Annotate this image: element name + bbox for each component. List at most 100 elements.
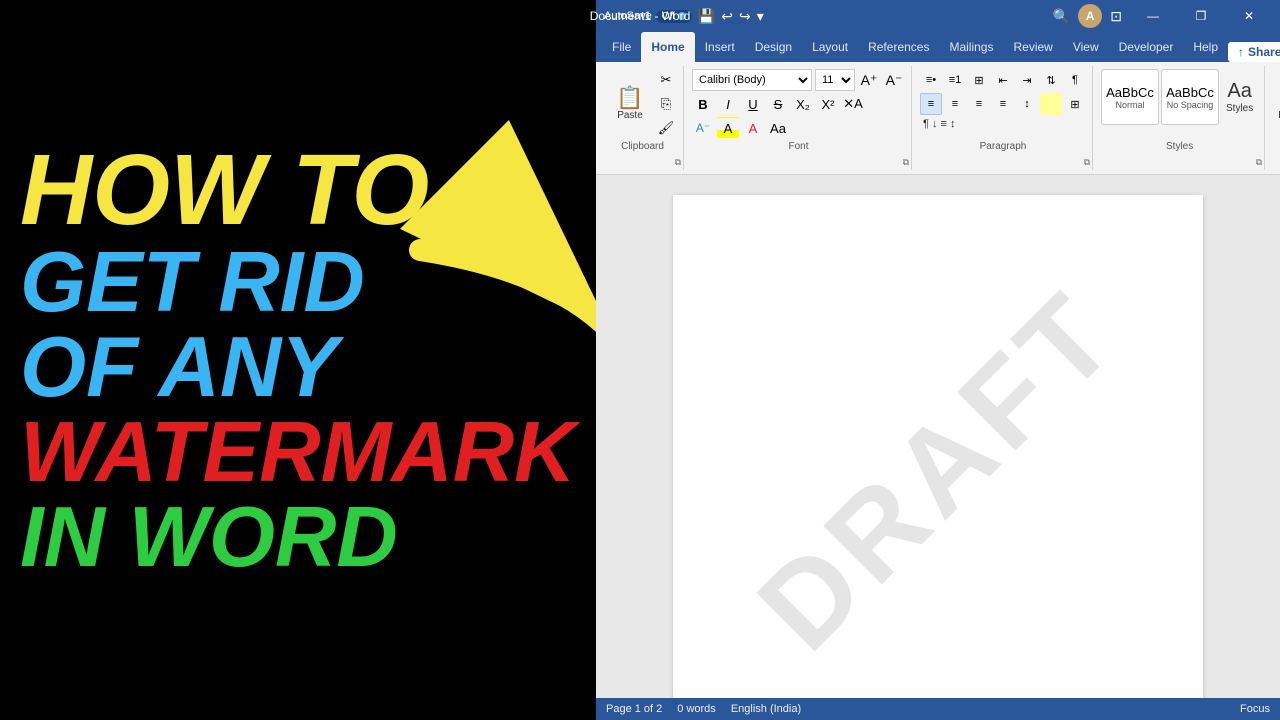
close-button[interactable]: ✕ <box>1226 0 1272 32</box>
superscript-button[interactable]: X² <box>817 93 839 115</box>
styles-label: Styles <box>1101 139 1258 152</box>
font-family-select[interactable]: Calibri (Body) <box>692 69 812 91</box>
restore-button[interactable]: ❐ <box>1178 0 1224 32</box>
paste-icon: 📋 <box>616 87 643 109</box>
text-effect-button[interactable]: A⁻ <box>692 117 714 139</box>
tab-view[interactable]: View <box>1063 32 1109 62</box>
search-icon[interactable]: 🔍 <box>1053 8 1070 25</box>
multilevel-button[interactable]: ⊞ <box>968 69 990 91</box>
borders-button[interactable]: ⊞ <box>1064 93 1086 115</box>
draft-watermark: DRAFT <box>731 263 1144 676</box>
align-center-button[interactable]: ≡ <box>944 93 966 115</box>
ribbon-group-voice: 🎤 Dictate Voice <box>1267 66 1280 170</box>
thumbnail-line3: OF ANY <box>20 325 338 410</box>
ribbon-group-styles: AaBbCc Normal AaBbCc No Spacing Aa Style… <box>1095 66 1265 170</box>
style-no-spacing[interactable]: AaBbCc No Spacing <box>1161 69 1219 125</box>
copy-button[interactable]: ⎘ <box>655 93 677 115</box>
justify-button[interactable]: ≡ <box>992 93 1014 115</box>
user-initial: A <box>1086 9 1095 23</box>
thumbnail-panel: HOW TO GET RID OF ANY WATERMARK IN WORD <box>0 0 596 720</box>
document-title: Document1 - Word <box>590 9 690 23</box>
tab-insert[interactable]: Insert <box>695 32 745 62</box>
clipboard-expand-icon[interactable]: ⧉ <box>675 157 681 168</box>
subscript-button[interactable]: X₂ <box>792 93 814 115</box>
clipboard-group-content: 📋 Paste ✂ ⎘ 🖌 <box>608 69 677 139</box>
decrease-indent-button[interactable]: ⇤ <box>992 69 1014 91</box>
undo-icon[interactable]: ↩ <box>721 8 733 25</box>
dictate-button[interactable]: 🎤 Dictate <box>1273 84 1280 124</box>
tab-layout[interactable]: Layout <box>802 32 858 62</box>
ribbon-group-clipboard: 📋 Paste ✂ ⎘ 🖌 Clipboard ⧉ <box>602 66 684 170</box>
voice-label: Voice <box>1273 139 1280 152</box>
tab-developer[interactable]: Developer <box>1109 32 1184 62</box>
ribbon-display-icon[interactable]: ⊡ <box>1110 8 1122 25</box>
align-right-button[interactable]: ≡ <box>968 93 990 115</box>
word-count-text: 0 words <box>677 703 716 715</box>
minimize-button[interactable]: — <box>1130 0 1176 32</box>
show-formatting-button[interactable]: ¶ <box>1064 69 1086 91</box>
tab-review[interactable]: Review <box>1003 32 1062 62</box>
underline-button[interactable]: U <box>742 93 764 115</box>
style-normal-preview: AaBbCc <box>1106 85 1154 100</box>
para-row-1: ≡• ≡1 ⊞ ⇤ ⇥ ⇅ ¶ <box>920 69 1086 91</box>
tab-mailings[interactable]: Mailings <box>939 32 1003 62</box>
thumbnail-line1: HOW TO <box>20 140 429 240</box>
style-normal[interactable]: AaBbCc Normal <box>1101 69 1159 125</box>
user-avatar[interactable]: A <box>1078 4 1102 28</box>
font-group-content: Calibri (Body) 11 A⁺ A⁻ B I U S X₂ <box>692 69 905 139</box>
title-bar: AutoSave Off 💾 ↩ ↪ ▾ Document1 - Word 🔍 … <box>596 0 1280 32</box>
font-size-select[interactable]: 11 <box>815 69 855 91</box>
page-count-text: Page 1 of 2 <box>606 703 662 715</box>
document-area[interactable]: DRAFT <box>596 175 1280 698</box>
styles-label: Styles <box>1226 103 1253 114</box>
redo-icon[interactable]: ↪ <box>739 8 751 25</box>
styles-expand-icon[interactable]: ⧉ <box>1256 157 1262 168</box>
paragraph-expand-icon[interactable]: ⧉ <box>1084 157 1090 168</box>
font-expand-icon[interactable]: ⧉ <box>903 157 909 168</box>
shading-button[interactable] <box>1040 93 1062 115</box>
tab-file[interactable]: File <box>602 32 641 62</box>
clear-format-button[interactable]: ✕A <box>842 93 864 115</box>
font-label: Font <box>692 139 905 152</box>
share-button[interactable]: ↑ Share <box>1228 42 1280 62</box>
paste-button[interactable]: 📋 Paste <box>608 84 652 124</box>
change-case-button[interactable]: Aa <box>767 117 789 139</box>
italic-button[interactable]: I <box>717 93 739 115</box>
format-painter-button[interactable]: 🖌 <box>655 117 677 139</box>
thumbnail-line5: IN WORD <box>20 495 398 580</box>
tab-design[interactable]: Design <box>745 32 802 62</box>
sort-button[interactable]: ⇅ <box>1040 69 1062 91</box>
tab-home[interactable]: Home <box>641 32 694 62</box>
increase-font-button[interactable]: A⁺ <box>858 69 880 91</box>
highlight-button[interactable]: A <box>717 117 739 139</box>
tab-help[interactable]: Help <box>1183 32 1228 62</box>
cut-button[interactable]: ✂ <box>655 69 677 91</box>
save-icon[interactable]: 💾 <box>698 8 715 25</box>
bold-button[interactable]: B <box>692 93 714 115</box>
ribbon-content: 📋 Paste ✂ ⎘ 🖌 Clipboard ⧉ <box>596 62 1280 175</box>
tab-references[interactable]: References <box>858 32 939 62</box>
voice-group-content: 🎤 Dictate <box>1273 69 1280 139</box>
strikethrough-button[interactable]: S <box>767 93 789 115</box>
customize-qat-icon[interactable]: ▾ <box>757 8 764 25</box>
focus-text: Focus <box>1240 703 1270 715</box>
align-left-button[interactable]: ≡ <box>920 93 942 115</box>
window-controls: — ❐ ✕ <box>1130 0 1272 32</box>
font-row-1: Calibri (Body) 11 A⁺ A⁻ <box>692 69 905 91</box>
ribbon-group-paragraph: ≡• ≡1 ⊞ ⇤ ⇥ ⇅ ¶ ≡ ≡ ≡ ≡ ↕ <box>914 66 1093 170</box>
word-count: 0 words <box>677 703 716 715</box>
increase-indent-button[interactable]: ⇥ <box>1016 69 1038 91</box>
paste-label: Paste <box>617 110 643 121</box>
line-spacing-button[interactable]: ↕ <box>1016 93 1038 115</box>
styles-icon: Aa <box>1227 80 1251 103</box>
styles-button[interactable]: Aa Styles <box>1221 77 1258 117</box>
style-normal-label: Normal <box>1115 100 1144 110</box>
numbering-button[interactable]: ≡1 <box>944 69 966 91</box>
font-color-button[interactable]: A <box>742 117 764 139</box>
bullets-button[interactable]: ≡• <box>920 69 942 91</box>
ribbon: File Home Insert Design Layout Reference… <box>596 32 1280 175</box>
ribbon-group-font: Calibri (Body) 11 A⁺ A⁻ B I U S X₂ <box>686 66 912 170</box>
decrease-font-button[interactable]: A⁻ <box>883 69 905 91</box>
document-page[interactable]: DRAFT <box>673 195 1203 698</box>
focus-mode[interactable]: Focus <box>1240 703 1270 715</box>
